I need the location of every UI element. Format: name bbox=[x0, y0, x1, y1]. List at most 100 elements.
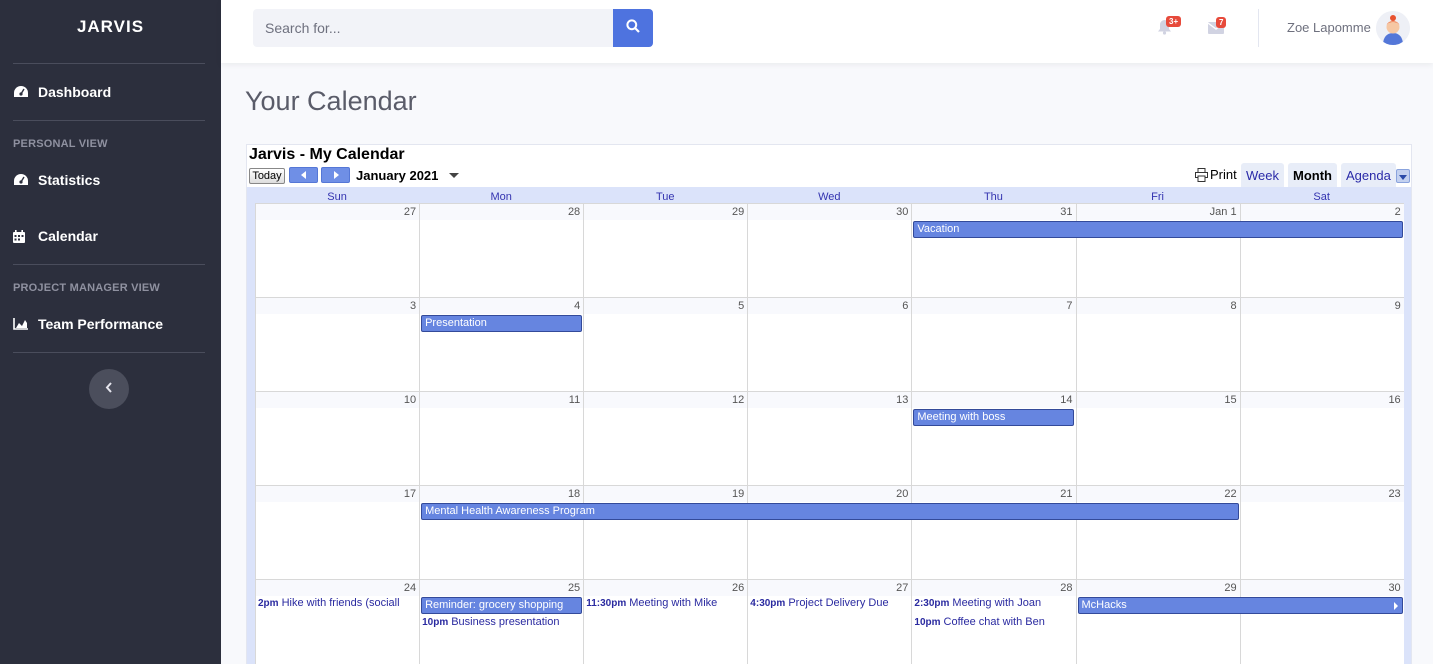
day-number[interactable]: 30 bbox=[1388, 582, 1400, 594]
day-cell[interactable]: 11 bbox=[419, 392, 583, 486]
day-number[interactable]: 16 bbox=[1388, 394, 1400, 406]
print-button[interactable]: Print bbox=[1195, 167, 1237, 182]
day-number[interactable]: 13 bbox=[896, 394, 908, 406]
day-cell[interactable]: 2 bbox=[1239, 204, 1404, 298]
day-cell[interactable]: 22 bbox=[1075, 486, 1240, 580]
day-cell[interactable]: 6 bbox=[747, 298, 911, 392]
sidebar-item-statistics[interactable]: Statistics bbox=[13, 172, 100, 188]
day-cell[interactable]: 14 bbox=[911, 392, 1075, 486]
day-cell[interactable]: 12 bbox=[583, 392, 747, 486]
day-cell[interactable]: 28 bbox=[419, 204, 583, 298]
calendar-event[interactable]: 10pm Business presentation bbox=[422, 616, 581, 628]
day-number[interactable]: 19 bbox=[732, 488, 744, 500]
day-cell[interactable]: 27 bbox=[747, 580, 911, 664]
sidebar-item-team-performance[interactable]: Team Performance bbox=[13, 316, 163, 332]
day-cell[interactable]: 8 bbox=[1075, 298, 1240, 392]
brand-logo[interactable]: JARVIS bbox=[0, 17, 221, 37]
day-number[interactable]: 14 bbox=[1060, 394, 1072, 406]
day-cell[interactable]: 9 bbox=[1239, 298, 1404, 392]
day-cell[interactable]: 17 bbox=[255, 486, 419, 580]
day-cell[interactable]: 10 bbox=[255, 392, 419, 486]
calendar-event[interactable]: Meeting with boss bbox=[913, 409, 1075, 426]
day-number[interactable]: 9 bbox=[1395, 300, 1401, 312]
day-number[interactable]: 6 bbox=[902, 300, 908, 312]
month-picker-caret-icon[interactable] bbox=[449, 173, 459, 178]
day-number[interactable]: 5 bbox=[738, 300, 744, 312]
day-number[interactable]: 23 bbox=[1388, 488, 1400, 500]
view-menu-button[interactable] bbox=[1396, 169, 1410, 183]
day-number[interactable]: 28 bbox=[568, 206, 580, 218]
day-cell[interactable]: 3 bbox=[255, 298, 419, 392]
day-cell[interactable]: 21 bbox=[911, 486, 1075, 580]
sidebar-item-calendar[interactable]: Calendar bbox=[13, 228, 98, 244]
day-cell[interactable]: 29 bbox=[583, 204, 747, 298]
avatar[interactable] bbox=[1376, 11, 1410, 45]
user-name[interactable]: Zoe Lapomme bbox=[1287, 20, 1371, 35]
next-month-button[interactable] bbox=[321, 167, 350, 183]
messages-dropdown[interactable]: 7 bbox=[1207, 17, 1227, 39]
day-number[interactable]: 15 bbox=[1224, 394, 1236, 406]
day-cell[interactable]: 7 bbox=[911, 298, 1075, 392]
day-cell[interactable]: 24 bbox=[255, 580, 419, 664]
search-button[interactable] bbox=[613, 9, 653, 47]
search-input[interactable] bbox=[253, 9, 613, 47]
day-cell[interactable]: 4 bbox=[419, 298, 583, 392]
tab-agenda[interactable]: Agenda bbox=[1341, 163, 1396, 187]
day-cell[interactable]: 30 bbox=[1239, 580, 1404, 664]
calendar-event[interactable]: Mental Health Awareness Program bbox=[421, 503, 1239, 520]
day-number[interactable]: 4 bbox=[574, 300, 580, 312]
day-number[interactable]: 30 bbox=[896, 206, 908, 218]
day-cell[interactable]: 19 bbox=[583, 486, 747, 580]
day-number[interactable]: Jan 1 bbox=[1210, 206, 1237, 218]
day-cell[interactable]: 20 bbox=[747, 486, 911, 580]
day-cell[interactable]: Jan 1 bbox=[1075, 204, 1240, 298]
sidebar-toggle-button[interactable] bbox=[89, 369, 129, 409]
day-number[interactable]: 29 bbox=[1224, 582, 1236, 594]
day-number[interactable]: 25 bbox=[568, 582, 580, 594]
day-number[interactable]: 7 bbox=[1066, 300, 1072, 312]
day-cell[interactable]: 23 bbox=[1239, 486, 1404, 580]
day-cell[interactable]: 15 bbox=[1075, 392, 1240, 486]
tab-month[interactable]: Month bbox=[1288, 163, 1337, 187]
day-number[interactable]: 27 bbox=[896, 582, 908, 594]
day-cell[interactable]: 31 bbox=[911, 204, 1075, 298]
day-cell[interactable]: 29 bbox=[1075, 580, 1240, 664]
day-number[interactable]: 2 bbox=[1395, 206, 1401, 218]
calendar-event[interactable]: McHacks bbox=[1077, 597, 1403, 614]
day-number[interactable]: 18 bbox=[568, 488, 580, 500]
tab-week[interactable]: Week bbox=[1241, 163, 1284, 187]
day-number[interactable]: 28 bbox=[1060, 582, 1072, 594]
day-number[interactable]: 12 bbox=[732, 394, 744, 406]
prev-month-button[interactable] bbox=[289, 167, 318, 183]
calendar-event[interactable]: Vacation bbox=[913, 221, 1403, 238]
day-cell[interactable]: 27 bbox=[255, 204, 419, 298]
calendar-event[interactable]: 11:30pm Meeting with Mike bbox=[586, 597, 745, 609]
day-number[interactable]: 8 bbox=[1230, 300, 1236, 312]
calendar-event[interactable]: Presentation bbox=[421, 315, 583, 332]
day-number[interactable]: 29 bbox=[732, 206, 744, 218]
day-number[interactable]: 22 bbox=[1224, 488, 1236, 500]
day-cell[interactable]: 13 bbox=[747, 392, 911, 486]
day-number[interactable]: 24 bbox=[404, 582, 416, 594]
day-cell[interactable]: 16 bbox=[1239, 392, 1404, 486]
calendar-event[interactable]: 10pm Coffee chat with Ben bbox=[914, 616, 1073, 628]
day-number[interactable]: 20 bbox=[896, 488, 908, 500]
current-month-label[interactable]: January 2021 bbox=[356, 168, 438, 183]
calendar-event[interactable]: 2:30pm Meeting with Joan bbox=[914, 597, 1073, 609]
day-number[interactable]: 3 bbox=[410, 300, 416, 312]
sidebar-item-dashboard[interactable]: Dashboard bbox=[13, 84, 111, 100]
day-number[interactable]: 21 bbox=[1060, 488, 1072, 500]
day-number[interactable]: 11 bbox=[569, 394, 580, 406]
calendar-event[interactable]: 4:30pm Project Delivery Due bbox=[750, 597, 909, 609]
day-number[interactable]: 10 bbox=[404, 394, 416, 406]
calendar-event[interactable]: 2pm Hike with friends (sociall bbox=[258, 597, 417, 609]
alerts-dropdown[interactable]: 3+ bbox=[1157, 16, 1182, 40]
day-number[interactable]: 27 bbox=[404, 206, 416, 218]
day-number[interactable]: 17 bbox=[404, 488, 416, 500]
day-number[interactable]: 31 bbox=[1060, 206, 1072, 218]
day-cell[interactable]: 26 bbox=[583, 580, 747, 664]
calendar-event[interactable]: Reminder: grocery shopping bbox=[421, 597, 583, 614]
today-button[interactable]: Today bbox=[249, 168, 285, 184]
day-number[interactable]: 26 bbox=[732, 582, 744, 594]
day-cell[interactable]: 18 bbox=[419, 486, 583, 580]
